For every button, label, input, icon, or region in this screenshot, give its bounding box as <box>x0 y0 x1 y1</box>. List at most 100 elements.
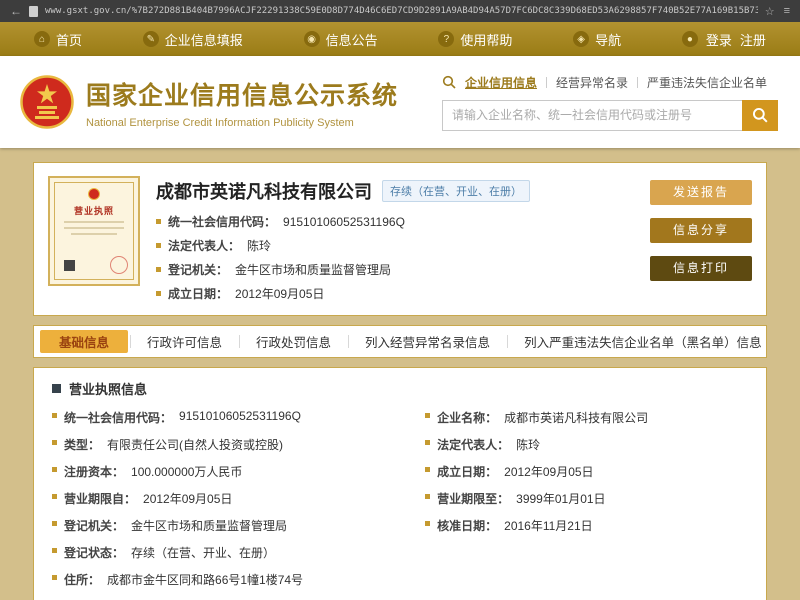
site-title: 国家企业信用信息公示系统 <box>86 76 398 112</box>
company-actions: 发送报告 信息分享 信息打印 <box>650 176 752 302</box>
main-content: 营业执照 成都市英诺凡科技有限公司 存续（在营、开业、在册） 统一社会信用代码：… <box>0 148 800 600</box>
tab-serious-violations-blacklist[interactable]: 列入严重违法失信企业名单（黑名单）信息 <box>507 326 779 357</box>
main-nav: ⌂ 首页 ✎ 企业信息填报 ◉ 信息公告 ? 使用帮助 ◈ 导航 ● 登录 注册 <box>0 22 800 56</box>
search-input[interactable] <box>442 100 742 131</box>
register-link[interactable]: 注册 <box>740 30 766 49</box>
nav-item-enterprise-filing[interactable]: ✎ 企业信息填报 <box>143 30 243 49</box>
bookmark-star-icon[interactable]: ☆ <box>765 5 775 18</box>
field-legal-representative: 法定代表人： 陈玲 <box>156 237 634 254</box>
field-registration-authority: 登记机关： 金牛区市场和质量监督管理局 <box>156 261 634 278</box>
field-term-end: 营业期限至： 3999年01月01日 <box>425 490 748 507</box>
field-address: 住所： 成都市金牛区同和路66号1幢1楼74号 <box>52 571 748 588</box>
bullet-icon <box>52 494 57 499</box>
field-registered-capital: 注册资本： 100.000000万人民币 <box>52 463 407 480</box>
send-report-button[interactable]: 发送报告 <box>650 180 752 205</box>
site-subtitle: National Enterprise Credit Information P… <box>86 117 398 129</box>
login-link[interactable]: 登录 <box>706 30 732 49</box>
company-title-row: 成都市英诺凡科技有限公司 存续（在营、开业、在册） <box>156 178 634 204</box>
section-title-row: 营业执照信息 <box>52 379 748 398</box>
license-text-line <box>64 221 123 223</box>
bullet-icon <box>425 521 430 526</box>
address-bar: ← www.gsxt.gov.cn/%7B272D881B404B7996ACJ… <box>0 0 800 22</box>
license-info-grid: 统一社会信用代码： 91510106052531196Q 企业名称： 成都市英诺… <box>52 409 748 600</box>
license-info-card: 营业执照信息 统一社会信用代码： 91510106052531196Q 企业名称… <box>33 367 767 600</box>
nav-label-announcements: 信息公告 <box>326 30 378 49</box>
field-legal-representative: 法定代表人： 陈玲 <box>425 436 748 453</box>
nav-label-navigation: 导航 <box>595 30 621 49</box>
field-registration-status: 登记状态： 存续（在营、开业、在册） <box>52 544 407 561</box>
field-establishment-date: 成立日期： 2012年09月05日 <box>156 285 634 302</box>
tab-administrative-license[interactable]: 行政许可信息 <box>130 326 239 357</box>
menu-icon[interactable]: ≡ <box>784 5 790 18</box>
section-title-square-icon <box>52 384 61 393</box>
company-summary-card: 营业执照 成都市英诺凡科技有限公司 存续（在营、开业、在册） 统一社会信用代码：… <box>33 162 767 316</box>
field-term-start: 营业期限自： 2012年09月05日 <box>52 490 407 507</box>
tab-abnormal-operations-list[interactable]: 列入经营异常名录信息 <box>348 326 507 357</box>
search-icon <box>442 75 456 89</box>
field-credit-code: 统一社会信用代码： 91510106052531196Q <box>156 213 634 230</box>
license-text-line <box>64 227 123 229</box>
nav-label-home: 首页 <box>56 30 82 49</box>
nav-label-filing: 企业信息填报 <box>165 30 243 49</box>
search-button[interactable] <box>742 100 778 131</box>
nav-item-home[interactable]: ⌂ 首页 <box>34 30 82 49</box>
search-area: 企业信用信息 经营异常名录 严重违法失信企业名单 <box>442 74 778 131</box>
bullet-icon <box>156 243 161 248</box>
search-link-blacklist[interactable]: 严重违法失信企业名单 <box>647 74 767 91</box>
nav-item-help[interactable]: ? 使用帮助 <box>438 30 512 49</box>
nav-label-help: 使用帮助 <box>460 30 512 49</box>
bullet-icon <box>52 467 57 472</box>
section-title: 营业执照信息 <box>69 379 147 398</box>
business-license-inner: 营业执照 <box>54 182 134 280</box>
home-icon: ⌂ <box>34 31 50 47</box>
nav-item-navigation[interactable]: ◈ 导航 <box>573 30 621 49</box>
divider <box>637 77 638 88</box>
field-establishment-date: 成立日期： 2012年09月05日 <box>425 463 748 480</box>
company-status-badge: 存续（在营、开业、在册） <box>382 180 530 202</box>
license-qr-code <box>62 258 77 273</box>
search-category-links: 企业信用信息 经营异常名录 严重违法失信企业名单 <box>442 74 778 91</box>
nav-item-announcements[interactable]: ◉ 信息公告 <box>304 30 378 49</box>
license-emblem-icon <box>88 188 100 200</box>
bullet-icon <box>52 575 57 580</box>
field-approval-date: 核准日期： 2016年11月21日 <box>425 517 748 534</box>
business-license-image: 营业执照 <box>48 176 140 286</box>
bullet-icon <box>52 413 57 418</box>
site-brand: 国家企业信用信息公示系统 National Enterprise Credit … <box>20 75 398 129</box>
bullet-icon <box>52 521 57 526</box>
announcement-icon: ◉ <box>304 31 320 47</box>
company-info: 成都市英诺凡科技有限公司 存续（在营、开业、在册） 统一社会信用代码： 9151… <box>156 176 634 302</box>
back-icon[interactable]: ← <box>10 5 22 17</box>
field-company-type: 类型： 有限责任公司(自然人投资或控股) <box>52 436 407 453</box>
license-text-line <box>71 233 117 235</box>
search-link-abnormal-list[interactable]: 经营异常名录 <box>556 74 628 91</box>
page-icon <box>29 6 38 17</box>
field-unified-credit-code: 统一社会信用代码： 91510106052531196Q <box>52 409 407 426</box>
print-info-button[interactable]: 信息打印 <box>650 256 752 281</box>
search-link-credit-info[interactable]: 企业信用信息 <box>465 74 537 91</box>
auth-links: ● 登录 注册 <box>682 30 766 49</box>
site-header: 国家企业信用信息公示系统 National Enterprise Credit … <box>0 56 800 148</box>
user-icon: ● <box>682 31 698 47</box>
bullet-icon <box>156 291 161 296</box>
help-icon: ? <box>438 31 454 47</box>
url-text[interactable]: www.gsxt.gov.cn/%7B272D881B404B7996ACJF2… <box>45 6 758 16</box>
bullet-icon <box>156 219 161 224</box>
national-emblem-logo <box>20 75 74 129</box>
brand-titles: 国家企业信用信息公示系统 National Enterprise Credit … <box>86 76 398 129</box>
compass-icon: ◈ <box>573 31 589 47</box>
search-box <box>442 100 778 131</box>
bullet-icon <box>425 494 430 499</box>
tab-basic-info[interactable]: 基础信息 <box>40 330 128 353</box>
tab-administrative-penalty[interactable]: 行政处罚信息 <box>239 326 348 357</box>
bullet-icon <box>425 467 430 472</box>
license-caption: 营业执照 <box>74 204 114 217</box>
bullet-icon <box>425 440 430 445</box>
edit-icon: ✎ <box>143 31 159 47</box>
field-company-name: 企业名称： 成都市英诺凡科技有限公司 <box>425 409 748 426</box>
share-info-button[interactable]: 信息分享 <box>650 218 752 243</box>
field-registration-authority: 登记机关： 金牛区市场和质量监督管理局 <box>52 517 407 534</box>
info-tabs: 基础信息 行政许可信息 行政处罚信息 列入经营异常名录信息 列入严重违法失信企业… <box>33 325 767 358</box>
license-red-stamp <box>110 256 128 274</box>
divider <box>546 77 547 88</box>
